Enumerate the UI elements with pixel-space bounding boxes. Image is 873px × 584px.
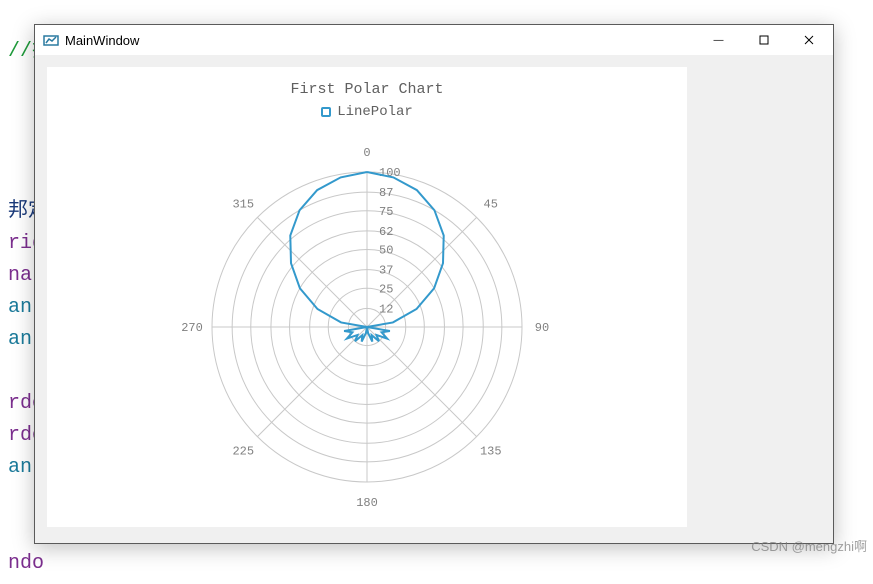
legend-swatch-icon: [321, 107, 331, 117]
chart-title: First Polar Chart: [47, 67, 687, 98]
titlebar[interactable]: MainWindow —: [35, 25, 833, 55]
angle-tick-label: 315: [232, 197, 254, 211]
radius-tick-label: 100: [379, 166, 401, 180]
radius-tick-label: 87: [379, 186, 393, 200]
minimize-button[interactable]: —: [696, 25, 741, 55]
window-title: MainWindow: [65, 33, 139, 48]
radius-tick-label: 12: [379, 302, 393, 316]
polar-plot: 0 45 90 135 180 225 270 315 12 25 37 50 62 75 87 100: [47, 137, 687, 517]
maximize-button[interactable]: [741, 25, 786, 55]
radius-tick-label: 50: [379, 244, 393, 258]
client-area: First Polar Chart LinePolar 0 45 90 135 180 2…: [35, 55, 833, 543]
radius-tick-label: 37: [379, 264, 393, 278]
angle-tick-label: 45: [484, 197, 498, 211]
app-icon: [43, 32, 59, 48]
angle-tick-label: 270: [181, 321, 203, 335]
angle-tick-label: 225: [232, 445, 254, 459]
chart-panel: First Polar Chart LinePolar 0 45 90 135 180 2…: [47, 67, 687, 527]
main-window: MainWindow — First Polar Chart LinePolar…: [34, 24, 834, 544]
radius-tick-label: 62: [379, 225, 393, 239]
watermark-text: CSDN @mengzhi啊: [751, 536, 867, 555]
legend-label: LinePolar: [337, 104, 413, 120]
angle-tick-label: 0: [363, 146, 370, 160]
angle-tick-label: 90: [535, 321, 549, 335]
close-button[interactable]: [786, 25, 831, 55]
chart-legend: LinePolar: [47, 104, 687, 120]
angle-tick-label: 135: [480, 445, 502, 459]
radius-tick-label: 75: [379, 205, 393, 219]
radius-tick-label: 25: [379, 282, 393, 296]
angle-tick-label: 180: [356, 496, 378, 510]
